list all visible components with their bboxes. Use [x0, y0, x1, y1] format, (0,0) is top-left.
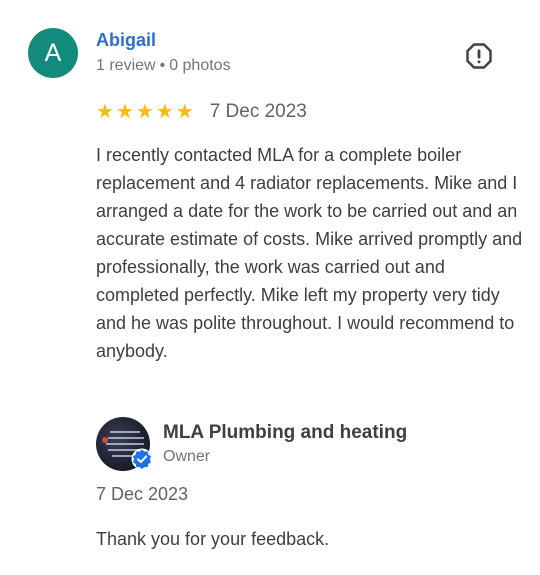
star-icon: ★ — [96, 101, 114, 123]
reply-text: Thank you for your feedback. — [96, 529, 330, 549]
owner-role: Owner — [163, 448, 211, 465]
meta-separator: • — [159, 57, 166, 74]
star-icon: ★ — [175, 101, 194, 123]
rating-row: ★ ★ ★ ★ ★ 7 Dec 2023 — [96, 100, 307, 124]
star-icon: ★ — [155, 101, 174, 123]
exclamation-circle-icon — [466, 43, 492, 69]
photo-count: 0 photos — [169, 57, 231, 74]
verified-badge — [131, 448, 153, 470]
review-count: 1 review — [96, 57, 156, 74]
star-icon: ★ — [135, 101, 154, 123]
star-rating: ★ ★ ★ ★ ★ — [96, 102, 194, 122]
review-date: 7 Dec 2023 — [209, 101, 307, 122]
review-text: I recently contacted MLA for a complete … — [96, 145, 523, 361]
reviewer-avatar-letter: A — [44, 38, 62, 67]
star-icon: ★ — [115, 101, 134, 123]
reviewer-avatar[interactable]: A — [28, 28, 78, 78]
reviewer-name[interactable]: Abigail — [96, 30, 156, 51]
owner-name[interactable]: MLA Plumbing and heating — [163, 422, 407, 444]
reply-date: 7 Dec 2023 — [96, 484, 189, 504]
report-review-button[interactable] — [465, 42, 493, 70]
verified-check-icon — [131, 448, 153, 470]
reviewer-meta: 1 review • 0 photos — [96, 57, 231, 75]
